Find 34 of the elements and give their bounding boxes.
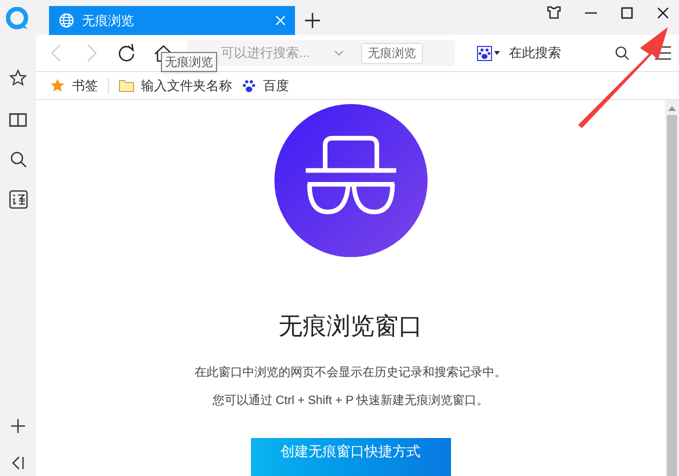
caret-icon[interactable]	[494, 51, 500, 55]
dropdown-icon[interactable]	[334, 50, 344, 56]
incognito-badge: 无痕浏览	[360, 42, 423, 64]
star-icon[interactable]	[9, 69, 27, 87]
browser-logo-icon[interactable]	[6, 7, 30, 31]
new-tab-icon[interactable]	[305, 13, 320, 28]
book-icon[interactable]	[9, 113, 27, 127]
star-icon	[50, 78, 65, 93]
description-text: 在此窗口中浏览的网页不会显示在历史记录和搜索记录中。	[194, 364, 506, 382]
close-tab-icon[interactable]	[276, 16, 285, 25]
tooltip: 无痕浏览	[161, 52, 217, 72]
folder-icon	[119, 80, 134, 92]
scroll-thumb[interactable]	[667, 115, 677, 476]
bookmark-item[interactable]: 输入文件夹名称	[119, 76, 232, 96]
maximize-icon[interactable]	[621, 6, 633, 18]
bookmark-item[interactable]: 书签	[50, 76, 98, 96]
search-icon[interactable]	[10, 151, 26, 168]
reload-icon[interactable]	[118, 44, 136, 62]
shirt-icon[interactable]	[547, 6, 561, 19]
tab-title: 无痕浏览	[82, 12, 135, 30]
paw-icon	[242, 78, 256, 92]
translate-icon[interactable]	[8, 190, 28, 209]
description-text: 您可以通过 Ctrl + Shift + P 快速新建无痕浏览窗口。	[212, 392, 489, 410]
page-title: 无痕浏览窗口	[278, 312, 422, 342]
globe-icon	[59, 13, 74, 28]
add-icon[interactable]	[10, 418, 26, 434]
bookmark-item[interactable]: 百度	[242, 76, 289, 96]
close-icon[interactable]	[657, 6, 669, 18]
collapse-icon[interactable]	[11, 456, 25, 470]
address-text: 可以进行搜索...	[221, 44, 310, 62]
scrollbar[interactable]	[665, 100, 679, 476]
paw-icon[interactable]	[477, 46, 492, 60]
search-icon[interactable]	[615, 46, 629, 60]
search-field[interactable]: 在此搜索	[509, 43, 561, 63]
